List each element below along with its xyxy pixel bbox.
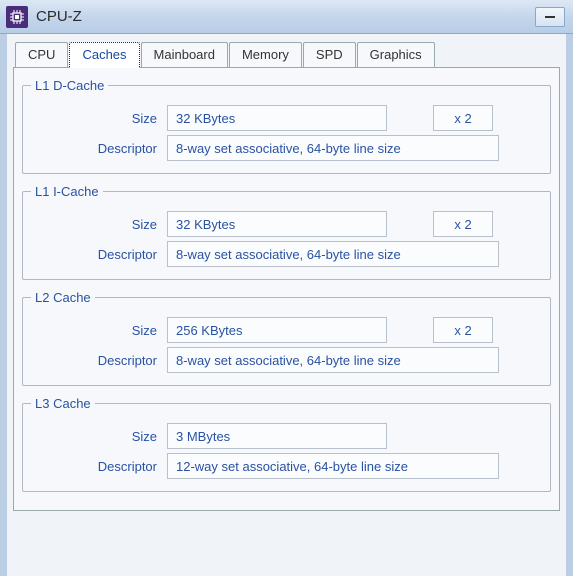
group-title: L1 D-Cache [31,78,108,93]
client-area: CPU Caches Mainboard Memory SPD Graphics… [0,34,573,576]
descriptor-row: Descriptor 8-way set associative, 64-byt… [31,241,542,267]
size-row: Size 3 MBytes [31,423,542,449]
descriptor-value: 8-way set associative, 64-byte line size [167,135,499,161]
descriptor-label: Descriptor [31,247,161,262]
caches-panel: L1 D-Cache Size 32 KBytes x 2 Descriptor… [13,68,560,511]
tab-spd[interactable]: SPD [303,42,356,67]
descriptor-label: Descriptor [31,141,161,156]
window-title: CPU-Z [36,8,527,25]
app-icon [6,6,28,28]
l3-cache-group: L3 Cache Size 3 MBytes Descriptor 12-way… [22,396,551,492]
tab-memory[interactable]: Memory [229,42,302,67]
size-value: 32 KBytes [167,211,387,237]
size-label: Size [31,429,161,444]
multiplier-value: x 2 [433,317,493,343]
tab-graphics[interactable]: Graphics [357,42,435,67]
descriptor-row: Descriptor 8-way set associative, 64-byt… [31,135,542,161]
size-value: 256 KBytes [167,317,387,343]
size-row: Size 32 KBytes x 2 [31,105,542,131]
titlebar[interactable]: CPU-Z [0,0,573,34]
group-title: L3 Cache [31,396,95,411]
group-title: L2 Cache [31,290,95,305]
descriptor-value: 8-way set associative, 64-byte line size [167,347,499,373]
app-window: CPU-Z CPU Caches Mainboard Memory SPD Gr… [0,0,573,576]
tabstrip: CPU Caches Mainboard Memory SPD Graphics [13,40,560,68]
descriptor-value: 8-way set associative, 64-byte line size [167,241,499,267]
tab-caches[interactable]: Caches [69,42,139,68]
l2-cache-group: L2 Cache Size 256 KBytes x 2 Descriptor … [22,290,551,386]
size-label: Size [31,323,161,338]
l1-i-cache-group: L1 I-Cache Size 32 KBytes x 2 Descriptor… [22,184,551,280]
group-title: L1 I-Cache [31,184,103,199]
l1-d-cache-group: L1 D-Cache Size 32 KBytes x 2 Descriptor… [22,78,551,174]
size-label: Size [31,217,161,232]
minimize-button[interactable] [535,7,565,27]
tab-mainboard[interactable]: Mainboard [141,42,228,67]
size-value: 3 MBytes [167,423,387,449]
tab-cpu[interactable]: CPU [15,42,68,67]
size-value: 32 KBytes [167,105,387,131]
descriptor-label: Descriptor [31,459,161,474]
size-label: Size [31,111,161,126]
size-row: Size 32 KBytes x 2 [31,211,542,237]
multiplier-value: x 2 [433,105,493,131]
descriptor-label: Descriptor [31,353,161,368]
multiplier-value: x 2 [433,211,493,237]
descriptor-value: 12-way set associative, 64-byte line siz… [167,453,499,479]
size-row: Size 256 KBytes x 2 [31,317,542,343]
descriptor-row: Descriptor 12-way set associative, 64-by… [31,453,542,479]
descriptor-row: Descriptor 8-way set associative, 64-byt… [31,347,542,373]
